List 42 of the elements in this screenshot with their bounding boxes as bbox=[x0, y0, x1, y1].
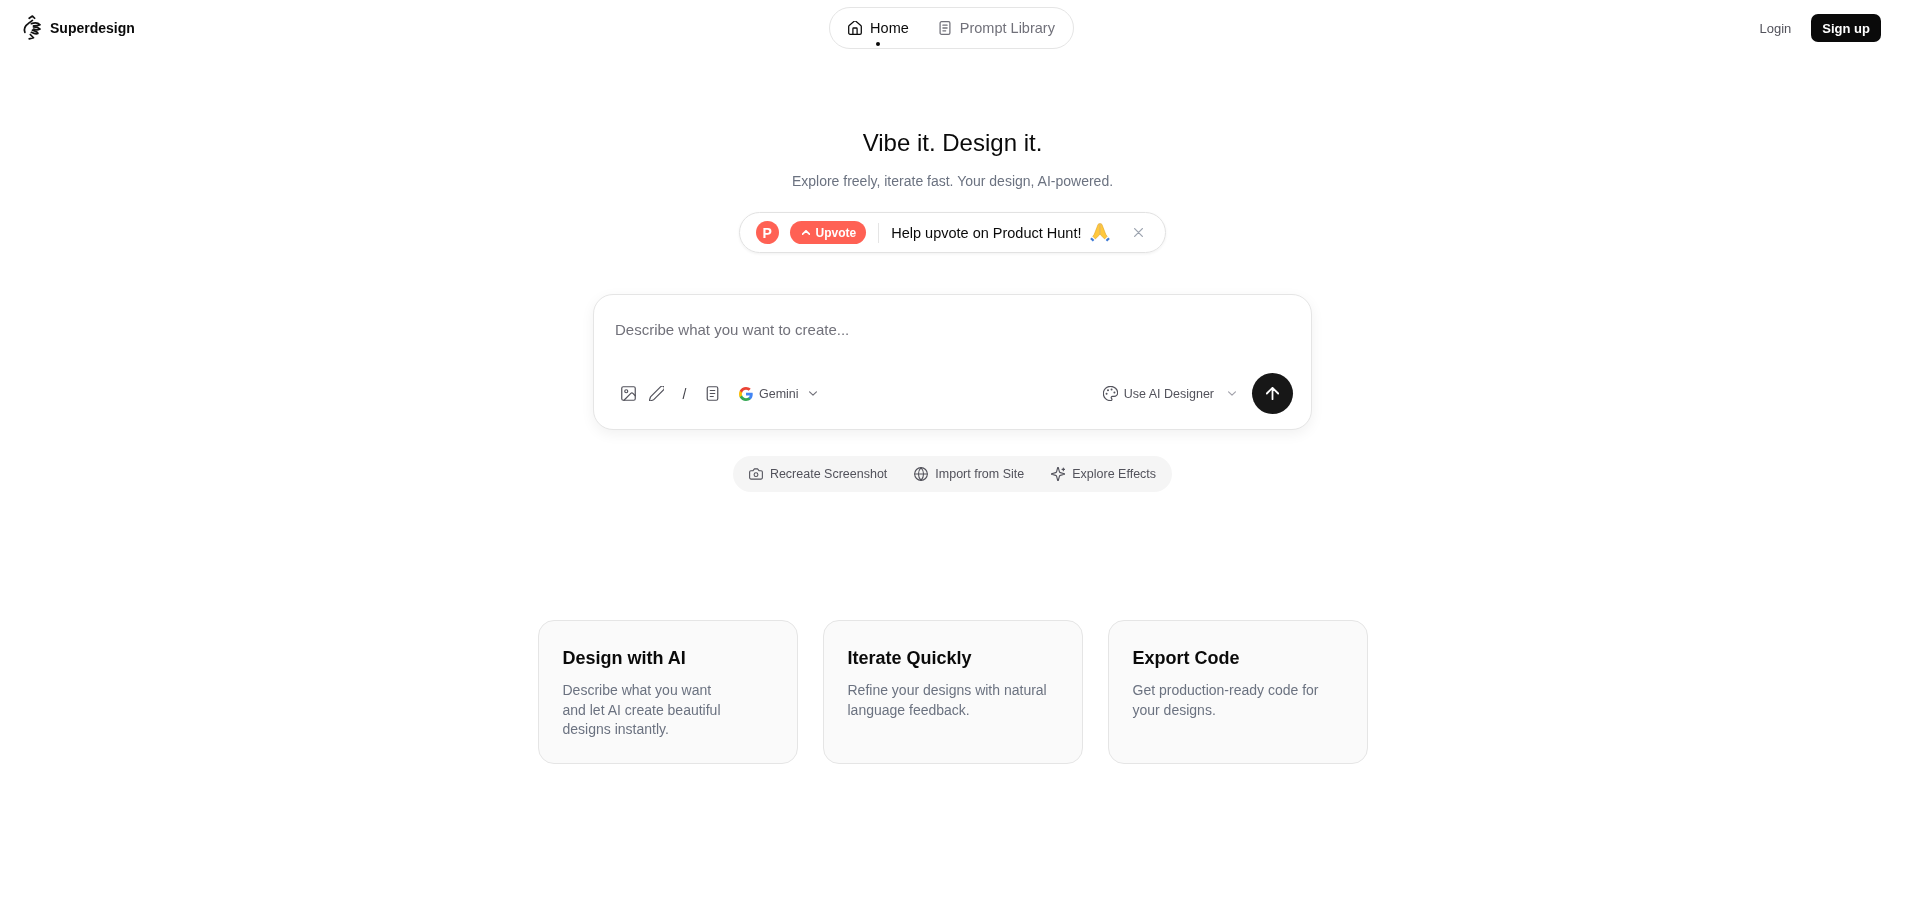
hero-subtitle: Explore freely, iterate fast. Your design, AI-powered. bbox=[791, 172, 1114, 191]
feature-title: Design with AI bbox=[562, 647, 687, 670]
slash-command-button[interactable]: / bbox=[673, 382, 696, 405]
nav-tab[interactable]: Prompt Library bbox=[925, 8, 1067, 48]
nav-tab[interactable]: Home bbox=[836, 8, 921, 48]
quick-action-button[interactable]: Explore Effects bbox=[1040, 461, 1168, 487]
feature-description: Refine your designs with natural language feedback. bbox=[847, 681, 1048, 720]
quick-action-button[interactable]: Recreate Screenshot bbox=[737, 461, 899, 487]
praying-hands-icon bbox=[1090, 223, 1111, 242]
hero-title: Vibe it. Design it. bbox=[862, 129, 1043, 157]
image-icon bbox=[621, 386, 636, 401]
prompt-field[interactable]: Describe what you want to create... bbox=[614, 315, 1293, 370]
g-logo-icon bbox=[739, 386, 753, 401]
close-icon bbox=[1134, 228, 1144, 237]
brand-name: Superdesign bbox=[50, 20, 135, 36]
feature-title: Iterate Quickly bbox=[847, 647, 973, 670]
quick-action-button[interactable]: Import from Site bbox=[903, 461, 1036, 487]
camera-icon bbox=[748, 467, 763, 481]
designer-dropdown[interactable]: Use AI Designer bbox=[1096, 382, 1242, 405]
pencil-icon bbox=[649, 386, 664, 401]
sparkles-icon bbox=[1051, 467, 1066, 481]
chevron-down-icon bbox=[1228, 391, 1236, 396]
send-button[interactable] bbox=[1252, 373, 1293, 414]
caret-up-icon bbox=[801, 230, 810, 235]
model-dropdown[interactable]: Gemini bbox=[733, 382, 823, 405]
home-icon bbox=[848, 21, 863, 35]
hand-logo-icon bbox=[22, 15, 44, 41]
feature-description: Describe what you want and let AI create beautiful designs instantly. bbox=[562, 681, 722, 739]
feature-description: Get production-ready code for your designs. bbox=[1132, 681, 1320, 720]
prompt-box[interactable]: Describe what you want to create... / Gemini Use AI Designer bbox=[593, 294, 1312, 430]
active-dot-icon bbox=[876, 42, 881, 46]
login-link[interactable]: Login bbox=[1751, 14, 1800, 42]
feature-title: Export Code bbox=[1132, 647, 1241, 670]
palette-icon bbox=[1102, 386, 1118, 401]
signup-button[interactable]: Sign up bbox=[1811, 14, 1881, 42]
arrow-up-icon bbox=[1266, 387, 1279, 400]
chevron-down-icon bbox=[808, 391, 817, 396]
globe-icon bbox=[914, 467, 929, 481]
letter-badge: P bbox=[755, 221, 779, 244]
document-icon bbox=[937, 21, 952, 35]
document-icon bbox=[705, 386, 720, 401]
banner-message: Help upvote on Product Hunt! bbox=[891, 224, 1082, 241]
